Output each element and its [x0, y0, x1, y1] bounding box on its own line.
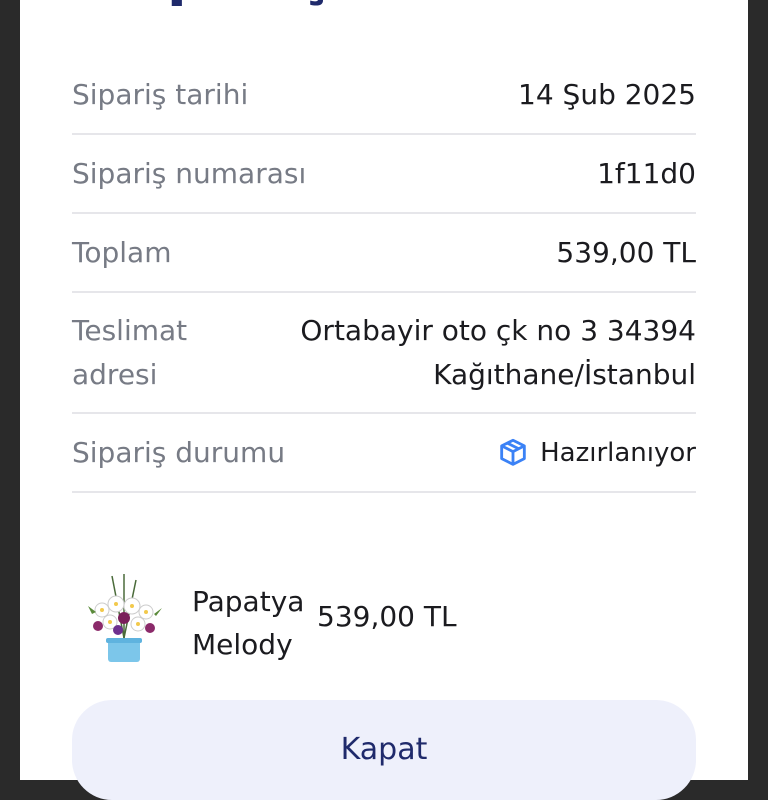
order-number-label: Sipariş numarası: [72, 157, 307, 190]
order-date-label: Sipariş tarihi: [72, 78, 249, 111]
close-button[interactable]: Kapat: [72, 700, 696, 800]
order-total-row: Toplam 539,00 TL: [72, 214, 696, 293]
address-line-1: Ortabayir oto çk no 3 34394: [300, 313, 696, 347]
order-total-value: 539,00 TL: [556, 236, 696, 269]
order-status-label: Sipariş durumu: [72, 436, 286, 469]
delivery-address-value: Ortabayir oto çk no 3 34394 Kağıthane/İs…: [300, 309, 696, 397]
product-name-line-2: Melody: [192, 628, 293, 661]
order-date-row: Sipariş tarihi 14 Şub 2025: [72, 56, 696, 135]
flower-bouquet-icon: [88, 574, 162, 662]
status-badge: Hazırlanıyor: [496, 436, 696, 470]
order-detail-modal: Sipariş: #1f11d0 Sipariş tarihi 14 Şub 2…: [20, 0, 748, 800]
order-info-list: Sipariş tarihi 14 Şub 2025 Sipariş numar…: [72, 56, 696, 493]
order-total-label: Toplam: [72, 236, 172, 269]
order-product-item: Papatya Melody 539,00 TL: [72, 570, 696, 670]
delivery-address-row: Teslimat adresi Ortabayir oto çk no 3 34…: [72, 293, 696, 414]
order-number-row: Sipariş numarası 1f11d0: [72, 135, 696, 214]
order-number-value: 1f11d0: [597, 157, 696, 190]
order-status-row: Sipariş durumu Hazırlanıyor: [72, 414, 696, 493]
order-status-value: Hazırlanıyor: [540, 437, 696, 468]
address-line-2: Kağıthane/İstanbul: [433, 357, 696, 391]
order-date-value: 14 Şub 2025: [518, 78, 696, 111]
page-title: Sipariş: #1f11d0: [20, 0, 748, 20]
product-name-line-1: Papatya: [192, 585, 305, 618]
delivery-address-label: Teslimat adresi: [72, 313, 188, 391]
product-name: Papatya Melody: [192, 580, 332, 666]
product-price: 539,00 TL: [317, 600, 457, 633]
package-box-icon: [500, 438, 526, 466]
